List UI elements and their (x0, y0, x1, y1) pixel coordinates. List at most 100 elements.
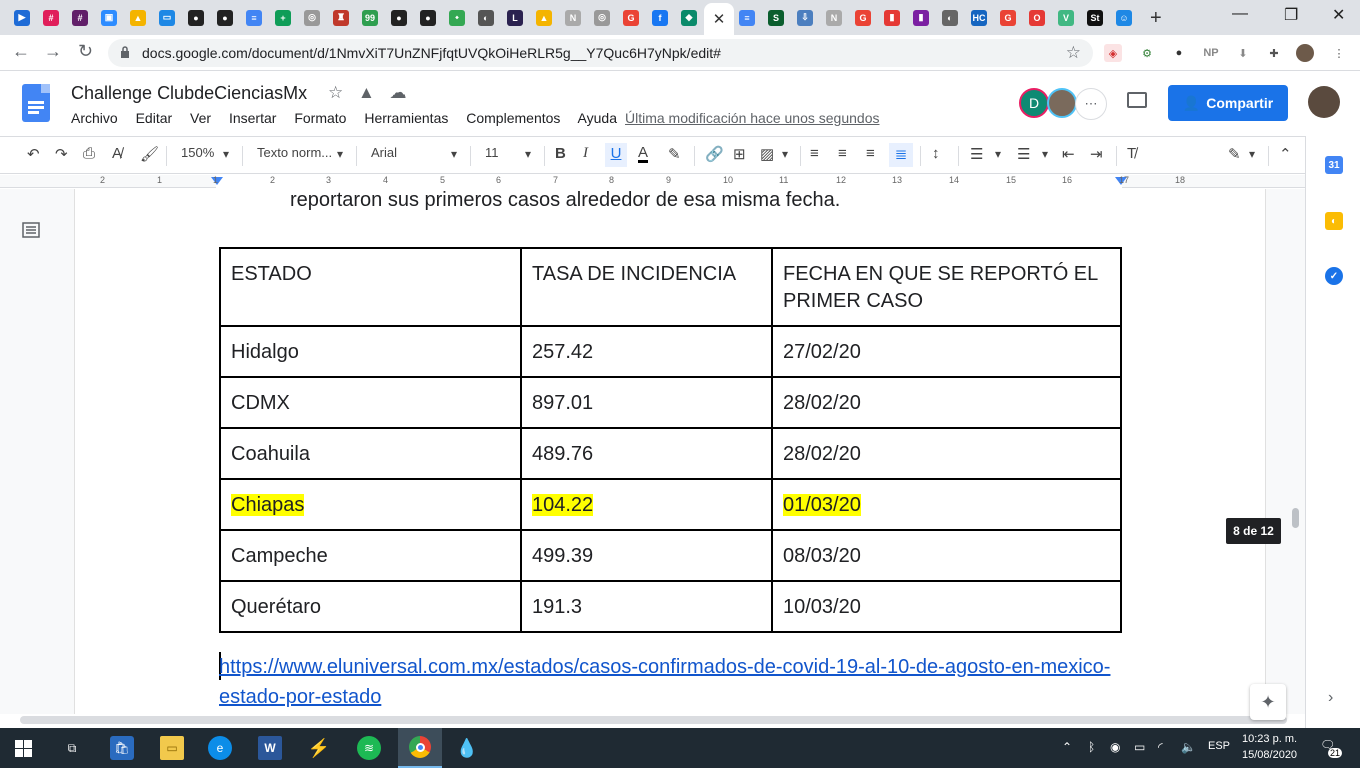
undo-icon[interactable]: ↶ (27, 145, 40, 163)
browser-tab[interactable]: ▮ (907, 5, 935, 30)
browser-tab[interactable]: ⬩ (443, 5, 471, 30)
style-select[interactable]: Texto norm... (257, 145, 332, 160)
restore-icon[interactable]: ❐ (1284, 5, 1298, 25)
browser-tab[interactable]: HC (965, 5, 993, 30)
collaborator-avatar[interactable] (1047, 88, 1077, 118)
browser-tab[interactable]: ▲ (124, 5, 152, 30)
numbered-list-dropdown-icon[interactable]: ▾ (995, 147, 1001, 161)
account-avatar[interactable] (1308, 86, 1340, 118)
show-chat-icon[interactable]: ⋯ (1075, 88, 1107, 120)
style-dropdown-icon[interactable]: ▾ (337, 147, 343, 161)
menu-editar[interactable]: Editar (136, 110, 173, 126)
bold-icon[interactable]: B (555, 145, 566, 162)
tray-expand-icon[interactable]: ⌃ (1062, 740, 1072, 754)
align-justify-icon[interactable]: ≣ (889, 143, 913, 167)
browser-tab[interactable]: + (269, 5, 297, 30)
extension-icon[interactable]: ⬇ (1234, 44, 1252, 62)
back-icon[interactable]: ← (12, 41, 30, 62)
close-window-icon[interactable]: ✕ (1332, 5, 1345, 25)
browser-tab[interactable]: ● (385, 5, 413, 30)
menu-complementos[interactable]: Complementos (466, 110, 560, 126)
browser-tab[interactable]: ▶ (8, 5, 36, 30)
tasks-icon[interactable]: ✓ (1325, 267, 1343, 285)
highlight-color-icon[interactable]: ✎ (668, 145, 681, 163)
browser-tab[interactable]: ▭ (153, 5, 181, 30)
browser-tab[interactable]: # (66, 5, 94, 30)
close-tab-icon[interactable]: ✕ (713, 10, 726, 28)
browser-tab[interactable]: V (1052, 5, 1080, 30)
file-explorer-icon[interactable]: ▭ (160, 736, 184, 760)
image-dropdown-icon[interactable]: ▾ (782, 147, 788, 161)
menu-formato[interactable]: Formato (294, 110, 346, 126)
browser-tab[interactable]: ● (414, 5, 442, 30)
extension-icon[interactable]: ◈ (1104, 44, 1122, 62)
forward-icon[interactable]: → (44, 41, 62, 62)
browser-tab[interactable]: ⇩ (791, 5, 819, 30)
star-icon[interactable]: ☆ (328, 83, 343, 102)
last-modified-link[interactable]: Última modificación hace unos segundos (625, 110, 879, 126)
collaborator-avatar[interactable]: D (1019, 88, 1049, 118)
app-bolt-icon[interactable]: ⚡ (307, 736, 331, 760)
browser-tab[interactable]: G (617, 5, 645, 30)
source-link[interactable]: https://www.eluniversal.com.mx/estados/c… (219, 652, 1119, 712)
font-dropdown-icon[interactable]: ▾ (451, 147, 457, 161)
redo-icon[interactable]: ↷ (55, 145, 68, 163)
spellcheck-icon[interactable]: A̸ (112, 145, 122, 162)
align-left-icon[interactable]: ≡ (810, 145, 819, 162)
underline-icon[interactable]: U (605, 143, 627, 167)
volume-icon[interactable]: 🔈 (1181, 740, 1196, 754)
browser-tab[interactable]: ● (182, 5, 210, 30)
font-size-dropdown-icon[interactable]: ▾ (525, 147, 531, 161)
browser-tab[interactable]: ▮ (878, 5, 906, 30)
increase-indent-icon[interactable]: ⇥ (1090, 145, 1103, 163)
menu-ver[interactable]: Ver (190, 110, 211, 126)
edge-icon[interactable]: e (208, 736, 232, 760)
print-icon[interactable]: ⎙ (83, 145, 95, 162)
active-tab[interactable]: ✕ (704, 3, 734, 35)
spotify-icon[interactable]: ≋ (357, 736, 381, 760)
hide-menus-icon[interactable]: ⌃ (1279, 145, 1292, 163)
document-canvas[interactable]: reportaron sus primeros casos alrededor … (0, 189, 1305, 714)
horizontal-scrollbar[interactable] (20, 716, 1287, 724)
font-select[interactable]: Arial (371, 145, 397, 160)
keep-icon[interactable]: ◐ (1325, 212, 1343, 230)
zoom-dropdown-icon[interactable]: ▾ (223, 147, 229, 161)
word-icon[interactable]: W (258, 736, 282, 760)
extension-icon[interactable]: NP (1200, 44, 1222, 62)
chrome-taskbar-button[interactable] (398, 728, 442, 768)
language-indicator[interactable]: ESP (1208, 740, 1230, 752)
browser-tab[interactable]: ≡ (240, 5, 268, 30)
document-outline-icon[interactable] (22, 222, 40, 238)
docs-logo-icon[interactable] (22, 84, 50, 122)
font-size-select[interactable]: 11 (485, 145, 499, 160)
line-spacing-icon[interactable]: ↕ (932, 145, 940, 162)
browser-tab[interactable]: 99 (356, 5, 384, 30)
browser-tab[interactable]: L (501, 5, 529, 30)
add-comment-icon[interactable]: ⊞ (733, 145, 746, 163)
paint-format-icon[interactable]: 🖌 (140, 145, 159, 163)
explore-icon[interactable]: ✦ (1250, 684, 1286, 720)
wifi-icon[interactable]: ◜ (1158, 740, 1163, 754)
document-title[interactable]: Challenge ClubdeCienciasMx (71, 83, 307, 104)
task-view-icon[interactable]: ⧉ (60, 736, 84, 760)
browser-tab[interactable]: G (994, 5, 1022, 30)
reload-icon[interactable]: ↻ (78, 41, 93, 62)
calendar-icon[interactable]: 31 (1325, 156, 1343, 174)
menu-archivo[interactable]: Archivo (71, 110, 118, 126)
vertical-scrollbar[interactable] (1292, 508, 1299, 528)
cloud-status-icon[interactable]: ☁ (390, 83, 407, 102)
battery-icon[interactable]: ▭ (1134, 740, 1145, 754)
zoom-select[interactable]: 150% (181, 145, 214, 160)
bookmark-star-icon[interactable]: ☆ (1066, 43, 1081, 63)
browser-tab[interactable]: ▲ (530, 5, 558, 30)
move-to-drive-icon[interactable]: ▲ (358, 83, 375, 102)
app-drop-icon[interactable]: 💧 (455, 736, 479, 760)
insert-image-icon[interactable]: ▨ (760, 145, 774, 163)
bulleted-list-icon[interactable]: ☰ (1017, 145, 1030, 163)
minimize-icon[interactable]: — (1232, 5, 1248, 23)
share-button[interactable]: 👤 Compartir (1168, 85, 1288, 121)
text-color-icon[interactable]: A (638, 145, 649, 163)
menu-icon[interactable]: ⋮ (1330, 44, 1348, 62)
extension-icon[interactable]: ● (1170, 44, 1188, 62)
browser-tab[interactable]: O (1023, 5, 1051, 30)
